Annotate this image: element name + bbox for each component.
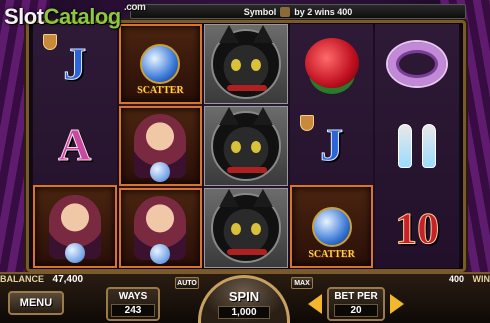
symbol-fortune-teller (118, 188, 203, 268)
symbol-jack: J (33, 24, 117, 103)
black-cat-icon (210, 189, 281, 263)
jack-letter: J (320, 118, 344, 170)
bet-per-display: BET PER 20 (327, 287, 385, 321)
bet-per-label: BET PER (334, 291, 378, 302)
symbol-rose (290, 24, 374, 103)
symbol-scatter: SCATTER (118, 24, 203, 104)
jack-letter: J (63, 37, 87, 89)
bet-increase-arrow-icon[interactable] (390, 294, 404, 314)
logo-part-2: Catalog (43, 4, 122, 29)
spin-label: SPIN (228, 289, 260, 304)
earrings-icon (398, 124, 437, 168)
ways-value: 243 (111, 304, 155, 317)
symbol-black-cat (204, 24, 288, 104)
ways-display: WAYS 243 (106, 287, 160, 321)
reel-1: J A (33, 24, 117, 269)
symbol-scatter: SCATTER (289, 185, 374, 269)
symbol-ace: A (33, 105, 117, 184)
ways-label: WAYS (118, 291, 148, 302)
reel-3 (204, 24, 288, 268)
total-bet-value: 1,000 (218, 306, 270, 319)
bet-decrease-arrow-icon[interactable] (308, 294, 322, 314)
win-message-suffix: by 2 wins 400 (294, 6, 353, 17)
fortune-teller-icon (48, 194, 101, 263)
fortune-teller-icon (134, 114, 187, 182)
auto-button[interactable]: AUTO (175, 277, 199, 289)
symbol-jack: J (290, 105, 374, 184)
symbol-earrings (375, 106, 459, 186)
win-label: WIN (472, 274, 490, 284)
bet-per-value: 20 (334, 304, 378, 317)
balance-display: BALANCE 47,400 (0, 274, 83, 285)
reel-5: 10 (375, 24, 459, 268)
fortune-teller-mini-icon (280, 6, 291, 17)
symbol-ten: 10 (375, 188, 459, 268)
fortune-teller-icon (134, 196, 187, 264)
symbol-black-cat (204, 106, 288, 186)
win-value: 400 (448, 274, 464, 284)
crystal-ball-icon (311, 206, 352, 247)
ace-letter: A (58, 118, 92, 170)
menu-button[interactable]: MENU (8, 291, 64, 315)
win-display: 400 WIN (449, 274, 490, 284)
reel-4: J SCATTER (289, 24, 374, 269)
ten-number: 10 (395, 203, 440, 253)
symbol-black-cat (204, 188, 288, 268)
crystal-ball-icon (140, 44, 181, 84)
reels: J A SCATTER J SCATTER 10 (33, 24, 459, 269)
black-cat-icon (210, 107, 281, 181)
symbol-fortune-teller (118, 106, 203, 186)
scatter-label: SCATTER (137, 85, 184, 96)
balance-value: 47,400 (52, 274, 84, 285)
bracelet-icon (388, 42, 447, 86)
symbol-bracelet (375, 24, 459, 104)
scatter-label: SCATTER (308, 249, 355, 261)
balance-label: BALANCE (0, 274, 44, 284)
logo-domain: .com (124, 2, 146, 13)
shield-icon (299, 114, 314, 131)
logo-part-1: Slot (4, 4, 44, 29)
site-logo: SlotCatalog .com (4, 2, 146, 30)
symbol-fortune-teller (33, 185, 117, 269)
black-cat-icon (210, 25, 281, 99)
shield-icon (43, 34, 57, 50)
reel-2: SCATTER (118, 24, 203, 268)
rose-icon (304, 38, 359, 89)
max-button[interactable]: MAX (291, 277, 313, 289)
win-message-bar: Symbol by 2 wins 400 (130, 4, 466, 19)
win-message-prefix: Symbol (243, 6, 277, 17)
game-stage: J A SCATTER J SCATTER 10 Symbol by 2 win… (0, 0, 490, 323)
